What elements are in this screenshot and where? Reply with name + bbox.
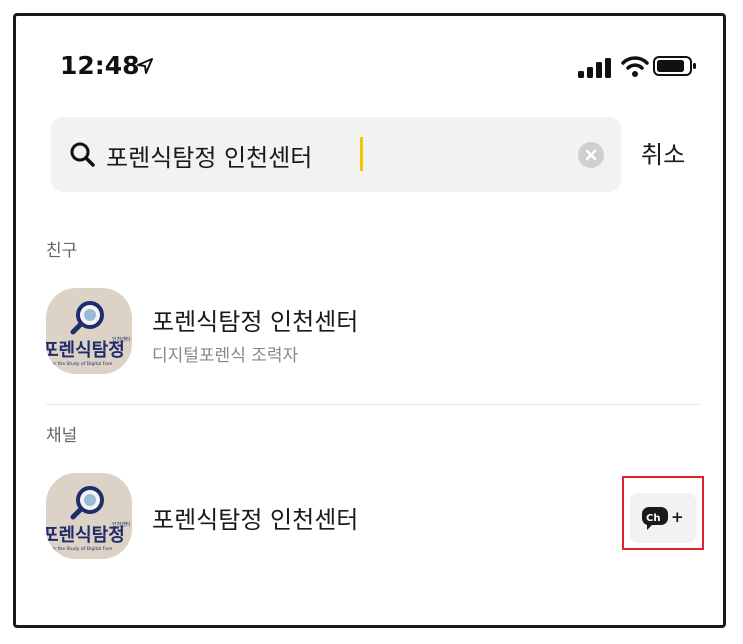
logo-text: 포렌식탐정: [46, 340, 125, 361]
section-header-channels: 채널: [46, 426, 78, 446]
search-icon: [70, 142, 95, 167]
text-caret: [360, 137, 363, 171]
friend-status-message: 디지털포렌식 조력자: [152, 346, 299, 366]
cancel-button[interactable]: 취소: [641, 135, 685, 170]
wifi-icon: [621, 56, 649, 77]
location-arrow-icon: [137, 58, 153, 74]
phone-screen: 12:48 포렌식탐정 인천센터 취소 친구 인천센터 포렌식탐정 for th…: [13, 13, 726, 628]
clear-search-button[interactable]: [578, 142, 604, 168]
friend-result-row[interactable]: 인천센터 포렌식탐정 for the Study of Digital Fore…: [46, 288, 700, 378]
section-header-friends: 친구: [46, 241, 78, 261]
avatar: 인천센터 포렌식탐정 for the Study of Digital Fore: [46, 473, 132, 559]
logo-text: 포렌식탐정: [46, 525, 125, 546]
highlight-annotation: [622, 476, 704, 550]
logo-image: 인천센터 포렌식탐정 for the Study of Digital Fore: [46, 486, 130, 552]
friend-name: 포렌식탐정 인천센터: [152, 308, 359, 336]
search-input[interactable]: 포렌식탐정 인천센터: [106, 138, 312, 173]
avatar: 인천센터 포렌식탐정 for the Study of Digital Fore: [46, 288, 132, 374]
battery-icon: [653, 56, 696, 76]
logo-tagline: for the Study of Digital Fore: [50, 546, 113, 552]
logo-image: 인천센터 포렌식탐정 for the Study of Digital Fore: [46, 301, 130, 367]
channel-name: 포렌식탐정 인천센터: [152, 506, 359, 534]
logo-tagline: for the Study of Digital Fore: [50, 361, 113, 367]
search-bar[interactable]: 포렌식탐정 인천센터: [51, 117, 621, 192]
divider: [46, 404, 700, 405]
channel-result-row[interactable]: 인천센터 포렌식탐정 for the Study of Digital Fore…: [46, 473, 700, 563]
cellular-signal-icon: [578, 58, 611, 78]
status-time: 12:48: [60, 51, 140, 80]
clear-icon: [585, 149, 597, 161]
